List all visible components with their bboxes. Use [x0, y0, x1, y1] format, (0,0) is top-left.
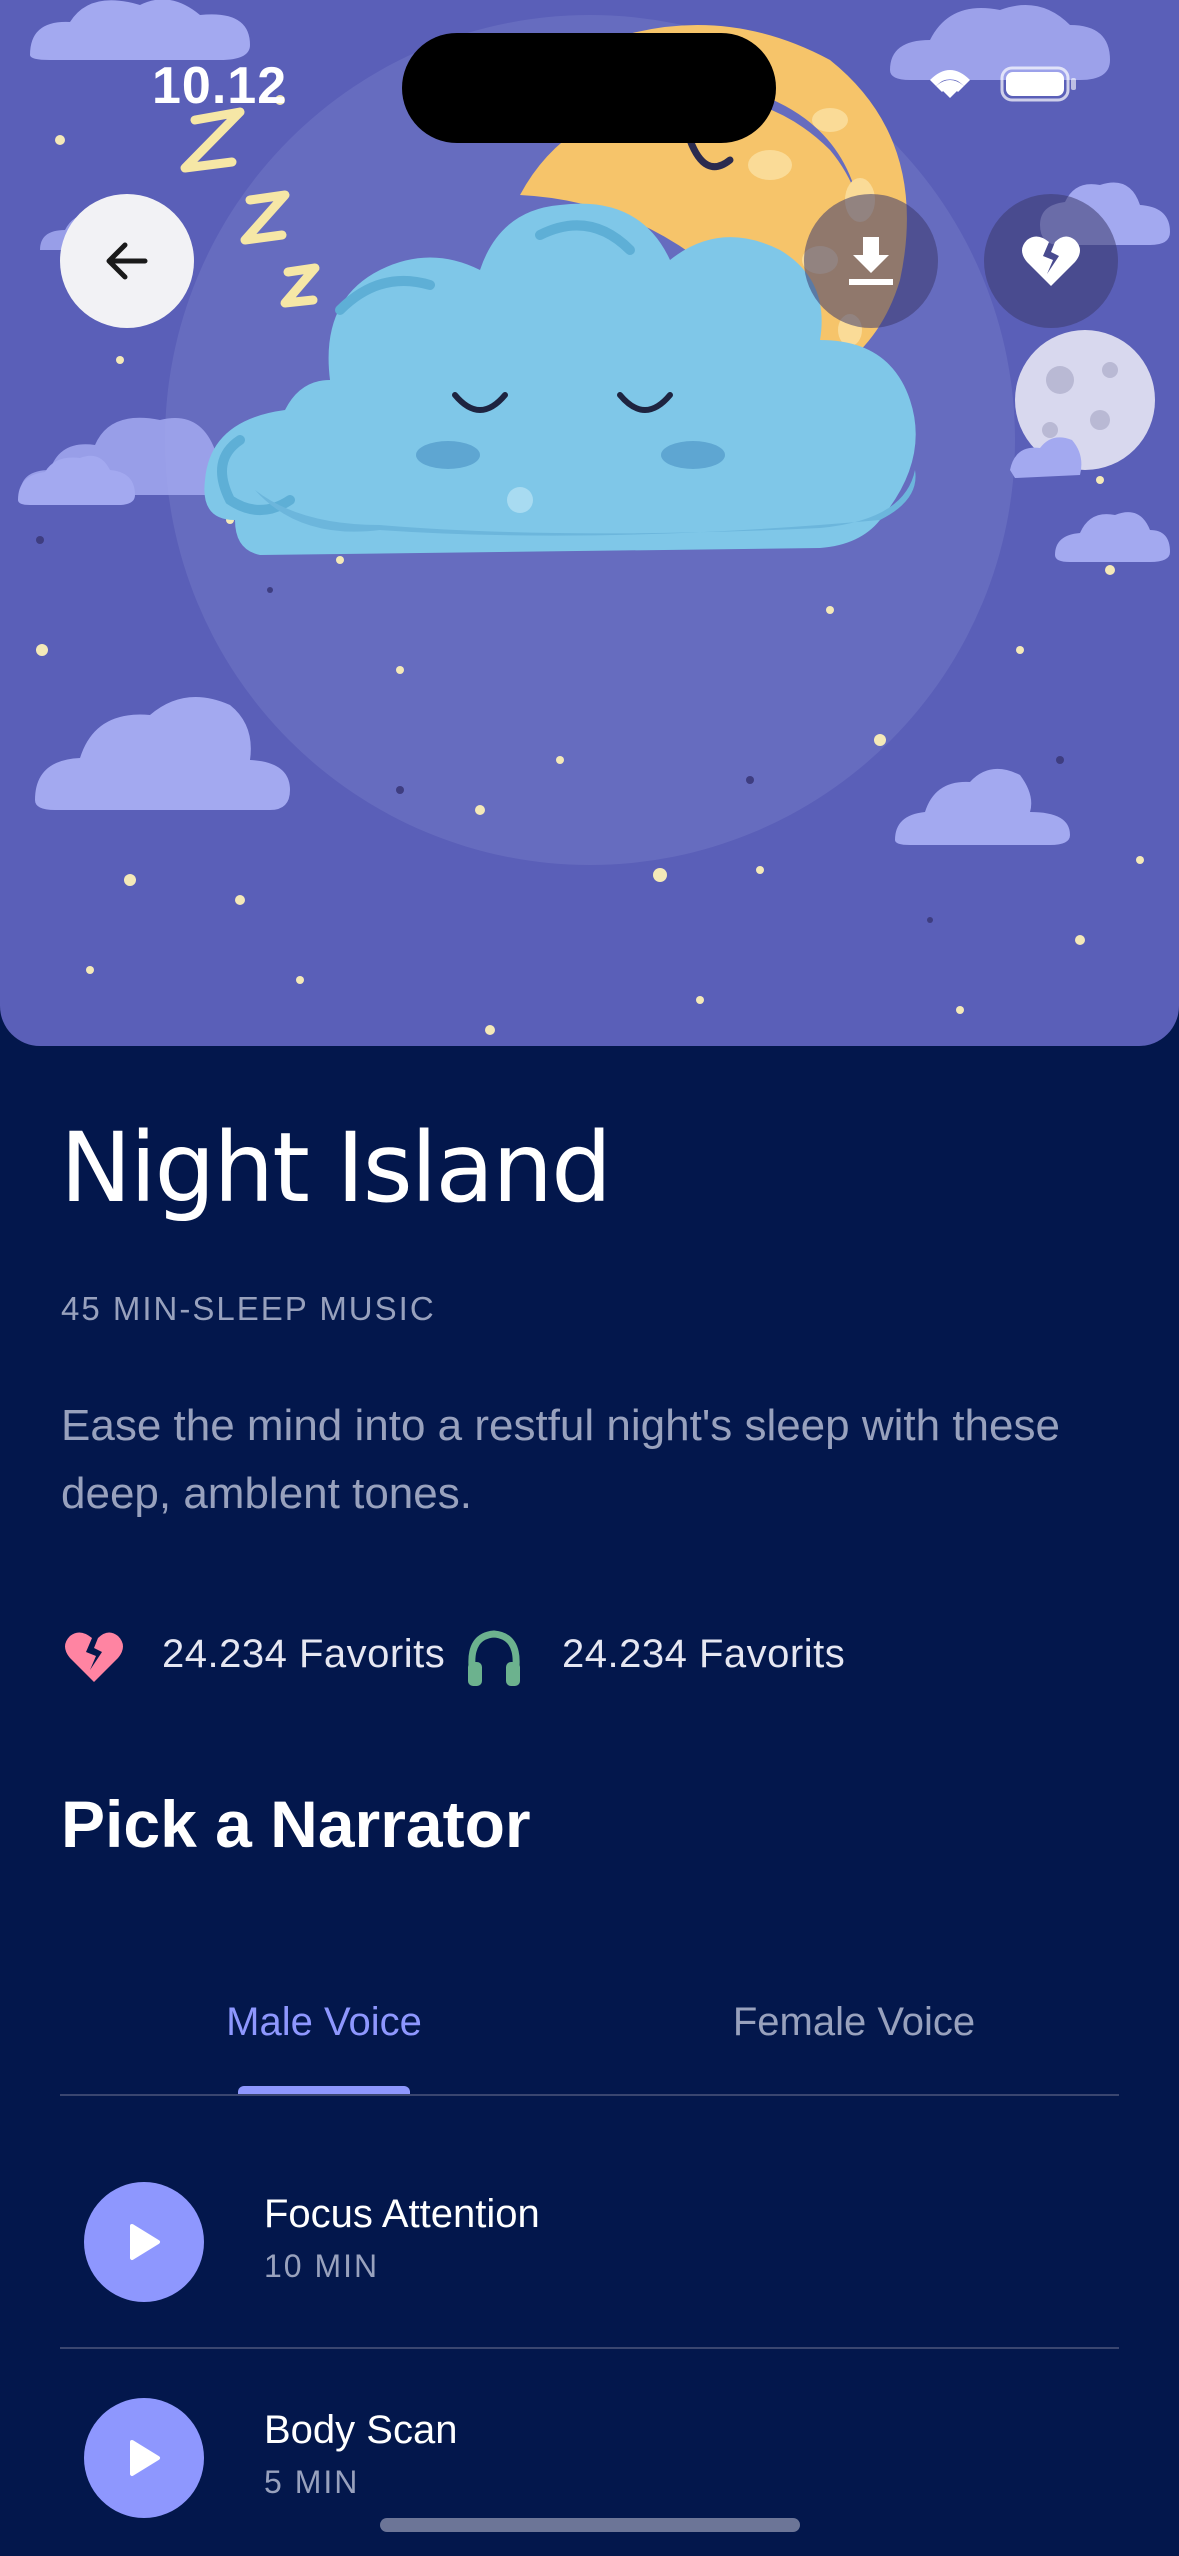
track-description: Ease the mind into a restful night's sle…: [61, 1401, 1060, 1518]
play-button[interactable]: [84, 2398, 204, 2518]
favorites-count: 24.234 Favorits: [162, 1632, 446, 1676]
narration-title: Body Scan: [264, 2408, 458, 2452]
tabs-divider: [60, 2094, 1119, 2096]
narration-duration: 10 MIN: [264, 2248, 380, 2284]
tab-female-voice[interactable]: Female Voice: [654, 2000, 1054, 2045]
narration-duration: 5 MIN: [264, 2464, 360, 2500]
back-button[interactable]: [60, 194, 194, 328]
broken-heart-icon: [65, 1632, 123, 1682]
play-icon: [130, 2224, 160, 2260]
home-indicator[interactable]: [380, 2518, 800, 2532]
wifi-icon: [930, 70, 970, 98]
play-button[interactable]: [84, 2182, 204, 2302]
broken-heart-icon: [1022, 236, 1080, 286]
list-item[interactable]: Body Scan 5 MIN: [60, 2342, 1119, 2518]
dynamic-island: [402, 33, 776, 143]
play-icon: [130, 2440, 160, 2476]
status-icons: [920, 62, 1080, 111]
hero-illustration: 10.12: [0, 0, 1179, 1046]
status-bar: 10.12: [0, 0, 1179, 150]
favorite-button[interactable]: [984, 194, 1118, 328]
download-button[interactable]: [804, 194, 938, 328]
headphones-icon: [468, 1630, 520, 1686]
narrator-tabs: Male Voice Female Voice: [60, 1990, 1119, 2096]
list-item[interactable]: Focus Attention 10 MIN: [60, 2126, 1119, 2302]
sleeping-cloud-illustration: [18, 0, 1170, 1035]
track-subtitle: 45 MIN-SLEEP MUSIC: [61, 1290, 436, 1327]
narrator-section-title: Pick a Narrator: [61, 1787, 531, 1861]
download-icon: [849, 237, 893, 285]
narration-title: Focus Attention: [264, 2192, 540, 2236]
stats-row: 24.234 Favorits 24.234 Favorits: [62, 1622, 1122, 1692]
tab-male-voice[interactable]: Male Voice: [124, 2000, 524, 2045]
battery-icon: [1000, 66, 1076, 102]
arrow-left-icon: [106, 242, 148, 280]
page-title: Night Island: [60, 1112, 612, 1224]
listening-count: 24.234 Favorits: [562, 1632, 846, 1676]
status-time: 10.12: [152, 57, 288, 115]
